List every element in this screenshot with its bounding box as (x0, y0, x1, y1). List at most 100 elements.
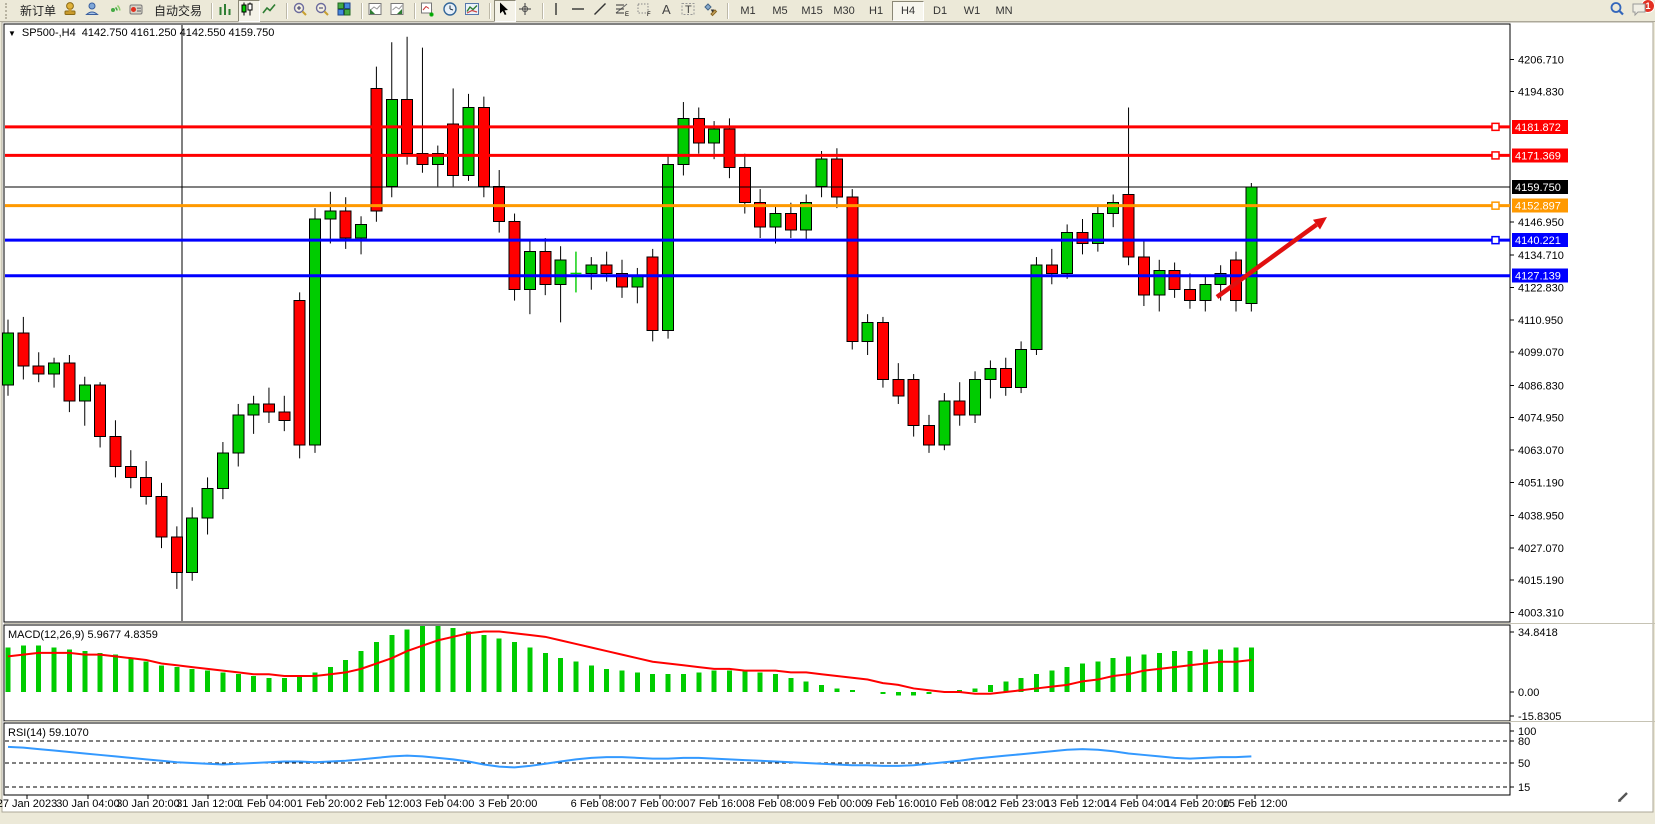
horizontal-line-icon[interactable] (569, 0, 591, 22)
candle (371, 67, 382, 222)
toolbar-separator (727, 3, 728, 19)
svg-text:4127.139: 4127.139 (1515, 271, 1561, 283)
hline-price-label[interactable]: 4127.139 (1512, 269, 1568, 283)
toolbar-separator (489, 3, 490, 19)
candle (663, 156, 674, 338)
current-price-label[interactable]: 4159.750 (1512, 180, 1568, 194)
line-chart-icon[interactable] (260, 0, 282, 22)
toolbar: 新订单自动交易▾▾▾EFAT▾M1M5M15M30H1H4D1W1MN1 (0, 0, 1655, 22)
candle (478, 97, 489, 198)
bars-chart-icon[interactable] (216, 0, 238, 22)
add-indicator-icon[interactable]: ▾ (419, 0, 441, 22)
candle (939, 393, 950, 450)
template-icon[interactable]: ▾ (463, 0, 485, 22)
zoom-out-icon[interactable] (313, 0, 335, 22)
accounts-icon[interactable] (83, 0, 105, 22)
timeframe-button-mn[interactable]: MN (988, 1, 1020, 21)
candle (294, 292, 305, 458)
line-handle[interactable] (1492, 237, 1499, 244)
candle (877, 317, 888, 388)
rsi-pane[interactable] (4, 723, 1510, 795)
vertical-line-icon[interactable] (547, 0, 569, 22)
new-order-button[interactable]: 新订单 (15, 0, 61, 22)
time-tick-label: 2 Feb 12:00 (357, 798, 416, 810)
time-tick-label: 12 Feb 23:00 (985, 798, 1050, 810)
timeframe-button-d1[interactable]: D1 (924, 1, 956, 21)
timeframe-button-w1[interactable]: W1 (956, 1, 988, 21)
svg-text:4152.897: 4152.897 (1515, 201, 1561, 213)
chart-symbol-period: SP500-,H4 (22, 27, 76, 39)
auto-trading-button[interactable]: 自动交易 (149, 0, 207, 22)
price-tick-label: 4099.070 (1518, 347, 1564, 359)
data-window-icon[interactable] (366, 0, 388, 22)
macd-tick-label: 0.00 (1518, 687, 1539, 699)
time-tick-label: 9 Feb 00:00 (809, 798, 868, 810)
chart-canvas[interactable]: 4181.872 4171.369 4152.897 4140.221 4127.139… (0, 0, 1655, 824)
hline-price-label[interactable]: 4171.369 (1512, 148, 1568, 162)
chart-title: ▼ SP500-,H4 4142.750 4161.250 4142.550 4… (8, 27, 274, 39)
candle (509, 214, 520, 301)
rsi-tick-label: 50 (1518, 758, 1530, 770)
search-icon[interactable] (1608, 0, 1630, 22)
timeframe-button-m15[interactable]: M15 (796, 1, 828, 21)
zoom-in-icon[interactable] (291, 0, 313, 22)
terminal-window: 新订单自动交易▾▾▾EFAT▾M1M5M15M30H1H4D1W1MN1 418… (0, 0, 1655, 824)
timeframe-button-m1[interactable]: M1 (732, 1, 764, 21)
price-tick-label: 4122.830 (1518, 282, 1564, 294)
toolbar-separator (211, 3, 212, 19)
hline-price-label[interactable]: 4152.897 (1512, 199, 1568, 213)
label-icon[interactable]: T (679, 0, 701, 22)
price-pane[interactable] (4, 24, 1510, 622)
candle (970, 371, 981, 423)
timeframe-button-h1[interactable]: H1 (860, 1, 892, 21)
macd-indicator-label: MACD(12,26,9) 5.9677 4.8359 (8, 629, 158, 641)
toolbar-grip[interactable] (5, 3, 11, 19)
candle (847, 189, 858, 349)
shapes-icon[interactable]: ▾ (701, 0, 723, 22)
chart-ohlc-values: 4142.750 4161.250 4142.550 4159.750 (82, 27, 275, 39)
timeframe-button-m5[interactable]: M5 (764, 1, 796, 21)
cursor-icon[interactable] (494, 0, 516, 22)
price-tick-label: 4015.190 (1518, 575, 1564, 587)
price-tick-label: 4086.830 (1518, 380, 1564, 392)
signals-icon[interactable] (105, 0, 127, 22)
candle (1246, 183, 1257, 312)
crosshair-icon[interactable] (516, 0, 538, 22)
candle (1016, 341, 1027, 393)
time-tick-label: 30 Jan 04:00 (56, 798, 120, 810)
timeframe-button-h4[interactable]: H4 (892, 1, 924, 21)
text-icon[interactable]: A (657, 0, 679, 22)
time-tick-label: 14 Feb 20:00 (1165, 798, 1230, 810)
toolbar-separator (542, 3, 543, 19)
trendline-icon[interactable] (591, 0, 613, 22)
candle (1031, 257, 1042, 355)
hline-price-label[interactable]: 4181.872 (1512, 120, 1568, 134)
svg-text:4181.872: 4181.872 (1515, 122, 1561, 134)
line-handle[interactable] (1492, 202, 1499, 209)
auto-trading-icon[interactable] (127, 0, 149, 22)
line-handle[interactable] (1492, 152, 1499, 159)
time-tick-label: 13 Feb 12:00 (1045, 798, 1110, 810)
line-handle[interactable] (1492, 123, 1499, 130)
channel-icon[interactable]: F (635, 0, 657, 22)
candle (1062, 224, 1073, 278)
toolbar-separator (286, 3, 287, 19)
hline-price-label[interactable]: 4140.221 (1512, 233, 1568, 247)
macd-pane[interactable] (4, 625, 1510, 721)
timeframe-button-m30[interactable]: M30 (828, 1, 860, 21)
period-icon[interactable]: ▾ (441, 0, 463, 22)
price-tick-label: 4063.070 (1518, 445, 1564, 457)
fibonacci-icon[interactable]: E (613, 0, 635, 22)
price-tick-label: 4134.710 (1518, 250, 1564, 262)
price-tick-label: 4206.710 (1518, 54, 1564, 66)
time-tick-label: 27 Jan 2023 (0, 798, 57, 810)
navigator-icon[interactable] (388, 0, 410, 22)
chart-dropdown-icon[interactable]: ▼ (8, 29, 16, 38)
candles-chart-icon[interactable] (238, 0, 260, 22)
candle (310, 208, 321, 453)
time-tick-label: 10 Feb 08:00 (925, 798, 990, 810)
chat-icon[interactable]: 1 (1630, 0, 1652, 22)
tile-windows-icon[interactable] (335, 0, 357, 22)
stamp-icon[interactable] (61, 0, 83, 22)
time-tick-label: 6 Feb 08:00 (571, 798, 630, 810)
